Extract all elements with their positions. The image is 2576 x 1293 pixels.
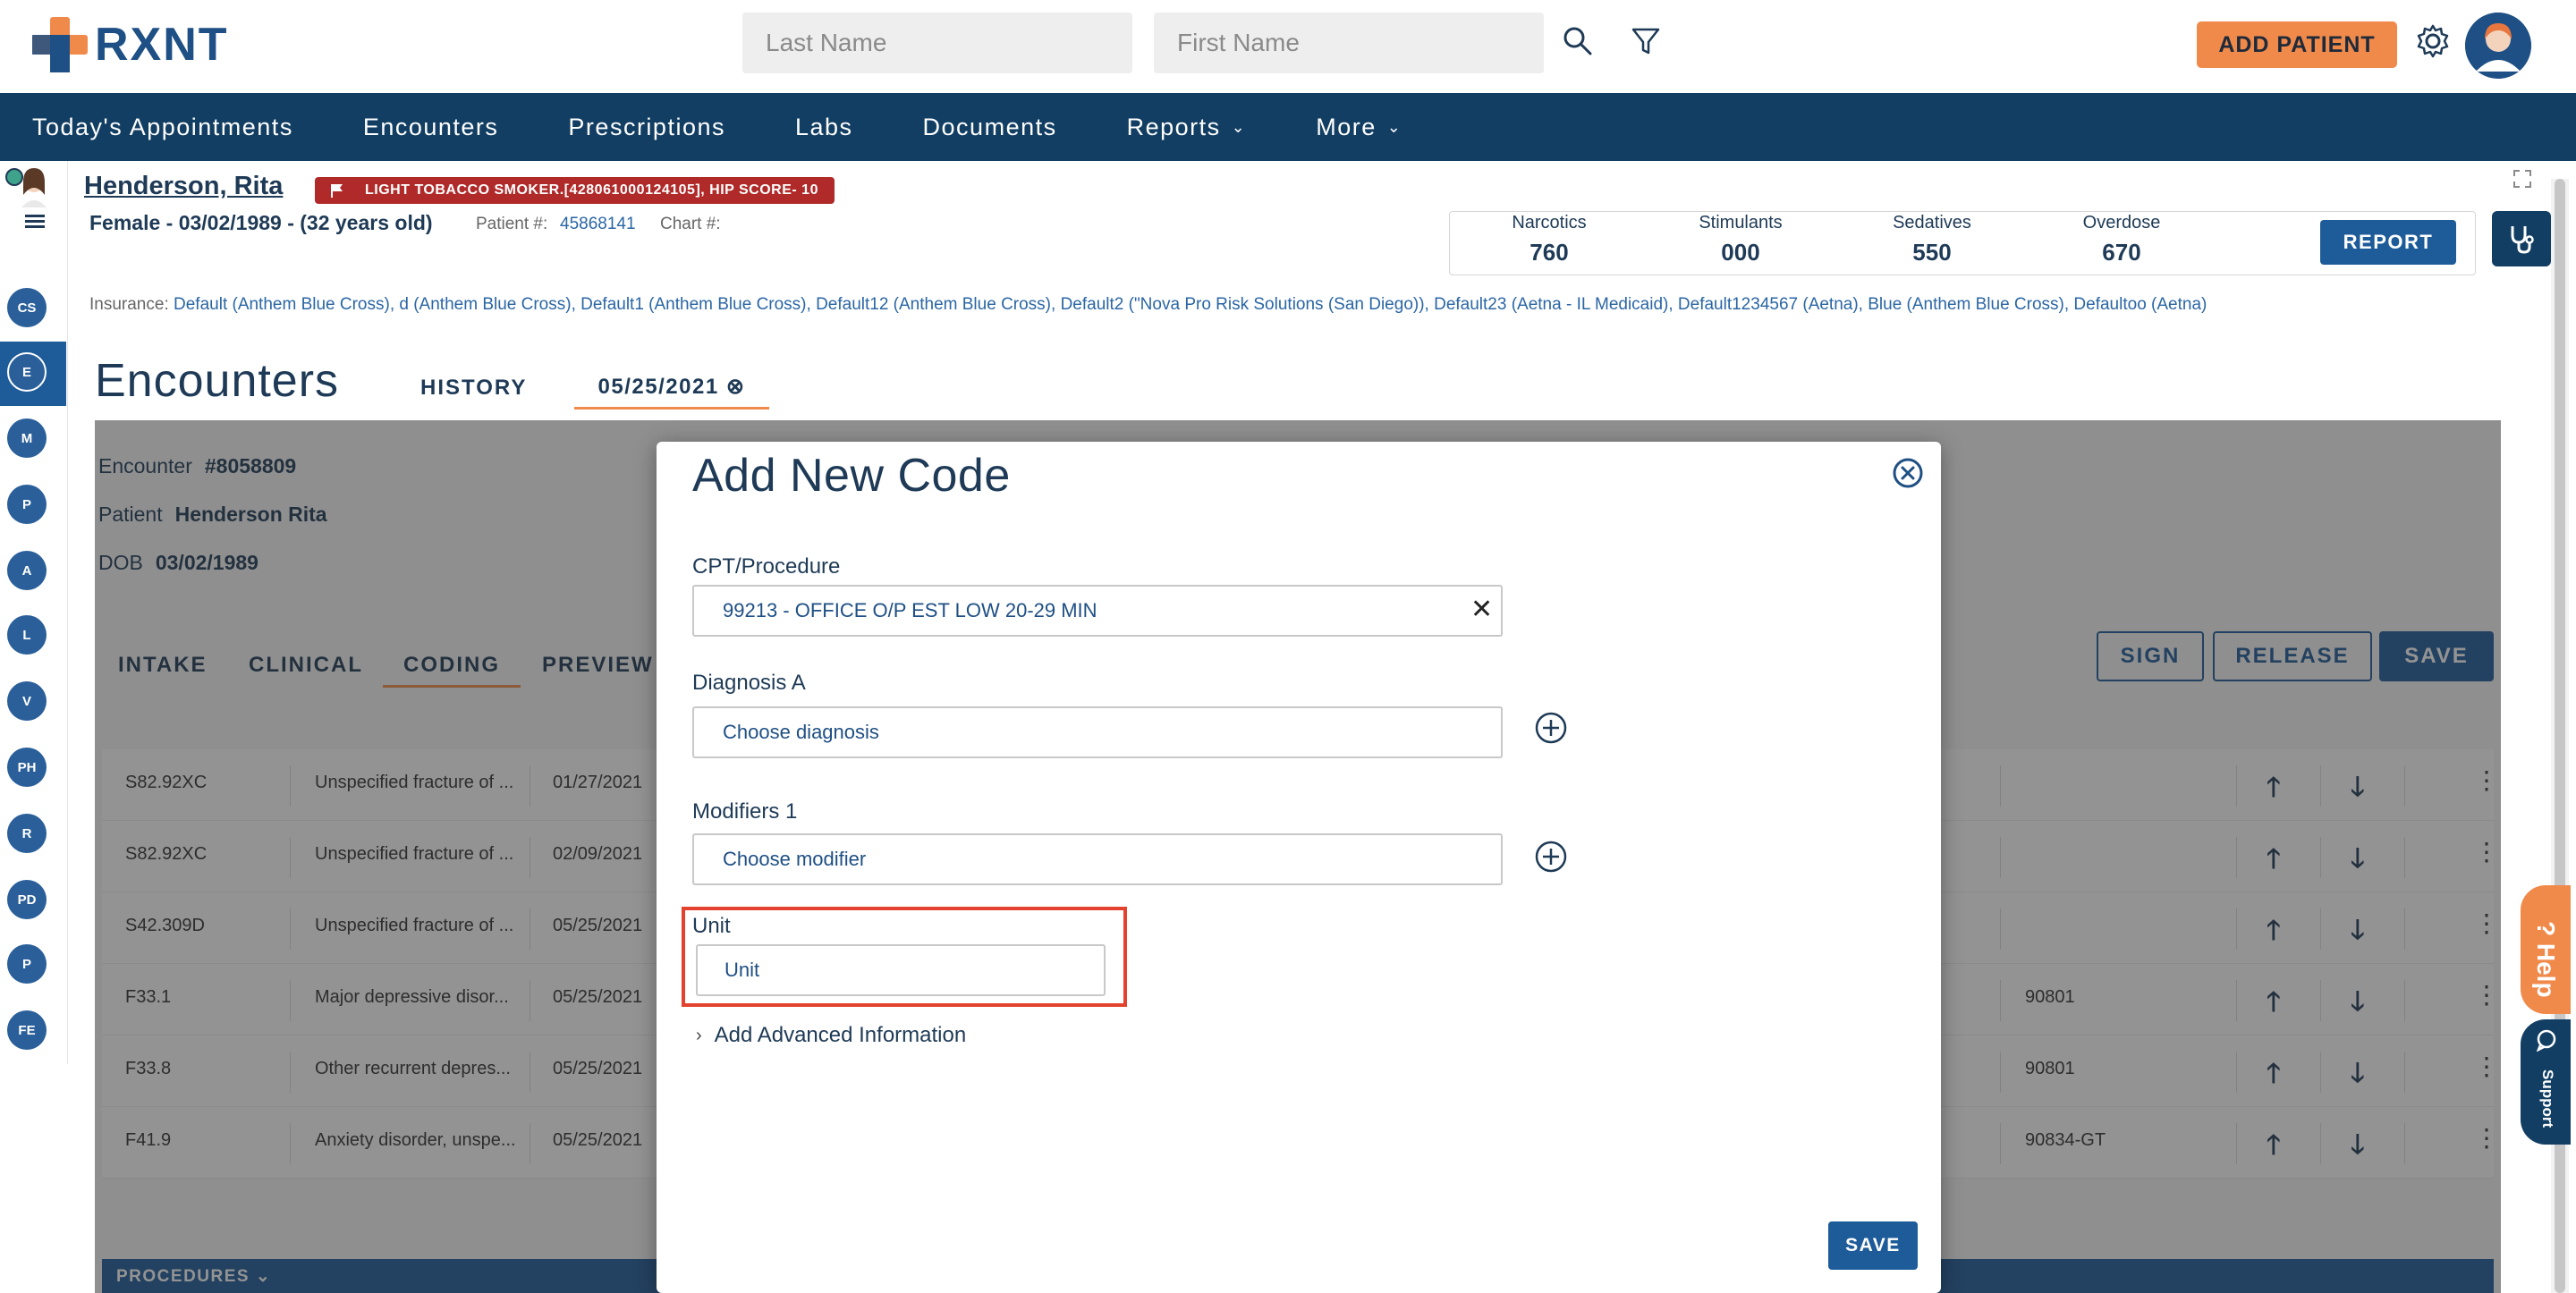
tab-history[interactable]: HISTORY <box>420 376 527 401</box>
nav-documents[interactable]: Documents <box>923 114 1057 141</box>
patient-number-label: Patient #: <box>476 215 548 233</box>
unit-input[interactable] <box>696 944 1106 996</box>
nav-label: Reports <box>1126 113 1221 140</box>
filter-icon[interactable] <box>1630 25 1662 57</box>
rail-btn-pd[interactable]: PD <box>7 880 47 919</box>
pdmp-label: Narcotics <box>1512 213 1587 232</box>
patient-number-link[interactable]: 45868141 <box>560 215 636 234</box>
nav-more[interactable]: More ⌄ <box>1316 114 1402 141</box>
patient-avatar-icon <box>5 168 47 228</box>
chevron-right-icon: › <box>696 1025 702 1045</box>
add-diagnosis-icon[interactable] <box>1533 710 1569 746</box>
modifier-input[interactable] <box>692 833 1503 885</box>
patient-demographics: Female - 03/02/1989 - (32 years old) <box>89 211 433 234</box>
stethoscope-icon <box>2511 226 2534 254</box>
nav-reports[interactable]: Reports ⌄ <box>1127 114 1247 141</box>
pdmp-label: Stimulants <box>1699 213 1783 232</box>
rail-btn-m[interactable]: M <box>7 418 47 458</box>
insurance-values[interactable]: Default (Anthem Blue Cross), d (Anthem B… <box>174 295 2207 314</box>
add-patient-button[interactable]: ADD PATIENT <box>2197 21 2397 68</box>
pdmp-value: 550 <box>1912 239 1952 266</box>
pdmp-narcotics: Narcotics 760 <box>1451 213 1648 266</box>
page-title: Encounters <box>95 355 340 407</box>
pdmp-label: Sedatives <box>1893 213 1971 232</box>
rail-btn-a[interactable]: A <box>7 551 47 590</box>
nav-label: Prescriptions <box>568 113 725 140</box>
rail-btn-e[interactable]: E <box>7 352 47 392</box>
unit-label: Unit <box>692 914 731 938</box>
last-name-input[interactable] <box>742 13 1132 73</box>
rxnt-logo[interactable]: RXNT <box>32 16 229 73</box>
add-modifier-icon[interactable] <box>1533 839 1569 875</box>
user-avatar-icon <box>2465 13 2531 79</box>
pdmp-value: 760 <box>1530 239 1569 266</box>
patient-photo[interactable] <box>4 165 61 236</box>
chart-number-label: Chart #: <box>660 215 721 233</box>
nav-label: Encounters <box>362 113 499 140</box>
rail-btn-v[interactable]: V <box>7 681 47 721</box>
flag-text: LIGHT TOBACCO SMOKER.[428061000124105], … <box>365 182 818 198</box>
nav-label: Documents <box>922 113 1057 140</box>
modal-save-button[interactable]: SAVE <box>1828 1221 1918 1270</box>
insurance-label: Insurance: <box>89 295 169 314</box>
logo-text: RXNT <box>95 19 229 71</box>
nav-prescriptions[interactable]: Prescriptions <box>568 114 725 141</box>
user-avatar[interactable] <box>2465 13 2531 79</box>
help-label: ? Help <box>2532 921 2560 998</box>
rail-btn-ph[interactable]: PH <box>7 748 47 787</box>
search-icon[interactable] <box>1562 25 1594 57</box>
close-icon[interactable] <box>1891 456 1925 490</box>
pdmp-report-button[interactable]: REPORT <box>2320 220 2456 265</box>
diagnosis-label: Diagnosis A <box>692 671 806 695</box>
patient-name-link[interactable]: Henderson, Rita <box>84 172 283 201</box>
stethoscope-button[interactable] <box>2492 211 2551 266</box>
modal-title: Add New Code <box>692 450 1011 502</box>
nav-label: Labs <box>794 113 853 140</box>
pdmp-overdose: Overdose 670 <box>2023 213 2220 266</box>
chevron-down-icon: ⌄ <box>1231 117 1247 136</box>
nav-todays-appointments[interactable]: Today's Appointments <box>32 114 293 141</box>
main-nav: Today's Appointments Encounters Prescrip… <box>0 93 2576 161</box>
patient-flag-badge[interactable]: LIGHT TOBACCO SMOKER.[428061000124105], … <box>315 177 835 204</box>
rail-btn-cs[interactable]: CS <box>7 288 47 327</box>
nav-encounters[interactable]: Encounters <box>363 114 499 141</box>
diagnosis-input[interactable] <box>692 706 1503 758</box>
tab-encounter-date[interactable]: 05/25/2021 ⊗ <box>574 374 769 410</box>
first-name-input[interactable] <box>1154 13 1544 73</box>
nav-labs[interactable]: Labs <box>795 114 853 141</box>
clear-icon[interactable]: ✕ <box>1470 594 1493 625</box>
advanced-info-toggle[interactable]: › Add Advanced Information <box>696 1023 966 1048</box>
gear-icon[interactable] <box>2415 23 2451 59</box>
expand-icon[interactable] <box>2512 168 2533 190</box>
pdmp-value: 670 <box>2102 239 2141 266</box>
help-tab[interactable]: ? Help <box>2521 885 2571 1014</box>
insurance-line: Insurance: Default (Anthem Blue Cross), … <box>89 295 2207 315</box>
cpt-value: 99213 - OFFICE O/P EST LOW 20-29 MIN <box>723 599 1097 621</box>
pdmp-value: 000 <box>1721 239 1760 266</box>
rail-btn-l[interactable]: L <box>7 615 47 655</box>
advanced-info-label: Add Advanced Information <box>714 1023 967 1047</box>
pdmp-stimulants: Stimulants 000 <box>1642 213 1839 266</box>
cpt-label: CPT/Procedure <box>692 554 841 579</box>
rxnt-cross-icon <box>32 17 88 72</box>
support-label: Support <box>2539 1069 2556 1128</box>
nav-label: Today's Appointments <box>32 113 293 140</box>
modifier-label: Modifiers 1 <box>692 799 798 824</box>
pdmp-label: Overdose <box>2082 213 2161 232</box>
rail-btn-p[interactable]: P <box>7 485 47 524</box>
support-tab[interactable]: Support <box>2521 1019 2571 1145</box>
nav-label: More <box>1316 113 1377 140</box>
chat-bubble-icon <box>2536 1029 2556 1052</box>
rail-btn-r[interactable]: R <box>7 814 47 853</box>
chevron-down-icon: ⌄ <box>1386 117 1402 136</box>
pdmp-sedatives: Sedatives 550 <box>1834 213 2030 266</box>
rail-btn-fe[interactable]: FE <box>7 1010 47 1050</box>
cpt-procedure-field[interactable]: 99213 - OFFICE O/P EST LOW 20-29 MIN <box>692 585 1503 637</box>
flag-icon <box>331 184 343 198</box>
rail-btn-p2[interactable]: P <box>7 944 47 984</box>
